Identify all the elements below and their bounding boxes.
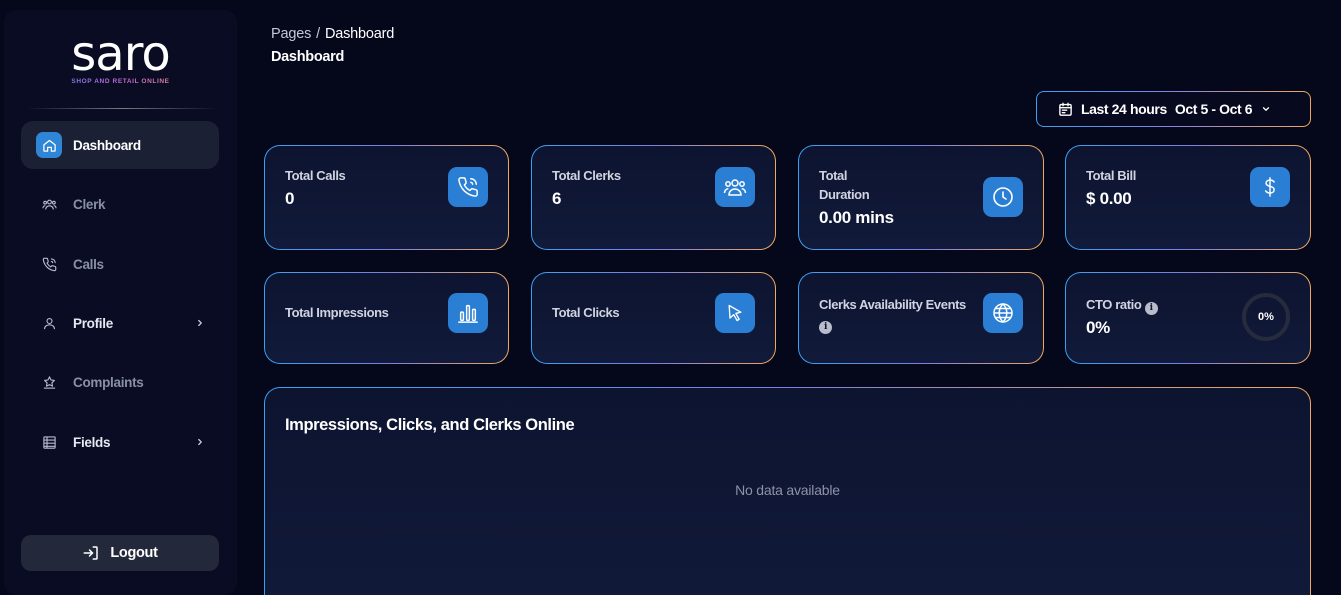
stat-label-line: Duration [819,187,870,202]
sidebar-item-label: Clerk [73,196,106,212]
sidebar-divider [26,108,219,109]
stat-card-clerks-availability: Clerks Availability Events i [798,272,1044,364]
chart-panel: Impressions, Clicks, and Clerks Online N… [264,387,1311,595]
sidebar-item-dashboard[interactable]: Dashboard [21,121,219,169]
stat-label: Total Duration [819,166,870,204]
brand-tagline: SHOP AND RETAIL ONLINE [4,78,237,85]
date-range-picker[interactable]: Last 24 hours Oct 5 - Oct 6 [1036,91,1311,127]
breadcrumb-current: Dashboard [324,26,395,42]
chevron-down-icon [1261,104,1271,114]
breadcrumb-root[interactable]: Pages [271,26,311,42]
stat-card-total-duration: Total Duration 0.00 mins [798,145,1044,250]
date-range-dates: Oct 5 - Oct 6 [1174,101,1253,117]
sidebar-item-label: Profile [73,315,113,331]
stat-card-total-bill: Total Bill $ 0.00 [1065,145,1311,250]
stat-value: 0.00 mins [819,208,894,227]
stat-value: 0% [1086,318,1110,337]
stat-value: 0 [285,189,295,208]
stat-label: Clerks Availability Events i [819,295,966,334]
logout-icon [82,544,110,562]
sidebar-item-clerk[interactable]: Clerk [21,180,219,228]
stat-label: Total Clerks [552,168,621,183]
info-icon[interactable]: i [1144,302,1158,315]
date-range-preset: Last 24 hours [1081,101,1167,117]
stat-label: CTO ratio i [1086,295,1158,315]
logout-button[interactable]: Logout [21,535,219,571]
stat-card-total-clicks: Total Clicks [531,272,776,364]
brand-name: saro [71,26,170,82]
breadcrumb-separator: / [316,26,320,42]
clock-icon [983,177,1023,217]
stat-card-total-clerks: Total Clerks 6 [531,145,776,250]
sidebar-item-label: Complaints [73,374,144,390]
sidebar-item-profile[interactable]: Profile [21,299,219,347]
stat-label: Total Clicks [552,305,620,320]
chevron-right-icon [195,316,205,331]
stat-label: Total Impressions [285,305,389,320]
phone-call-icon [448,167,488,207]
stat-value: 6 [552,189,562,208]
cto-ratio-gauge: 0% [1242,293,1290,341]
info-icon[interactable]: i [819,321,832,334]
logout-label: Logout [110,545,158,561]
users-icon [715,167,755,207]
phone-icon [36,251,62,277]
stat-card-total-calls: Total Calls 0 [264,145,509,250]
sidebar-item-calls[interactable]: Calls [21,240,219,288]
chevron-right-icon [195,435,205,450]
stat-card-cto-ratio: CTO ratio i 0% 0% [1065,272,1311,364]
page-title: Dashboard [271,49,345,65]
stat-value: $ 0.00 [1086,189,1132,208]
list-icon [36,429,62,455]
bar-chart-icon [448,293,488,333]
stat-label: Total Bill [1086,168,1136,183]
empty-state-text: No data available [735,482,840,498]
chart-title: Impressions, Clicks, and Clerks Online [285,416,575,434]
user-icon [36,310,62,336]
globe-icon [983,293,1023,333]
calendar-icon [1058,102,1073,117]
gauge-value: 0% [1258,311,1274,323]
users-icon [36,191,62,217]
breadcrumb: Pages / Dashboard [271,26,394,42]
stat-label-text: CTO ratio [1086,297,1142,312]
stat-label-line: Total [819,168,848,183]
brand-logo[interactable]: saro SHOP AND RETAIL ONLINE [4,26,237,85]
stat-label-text: Clerks Availability Events [819,297,966,312]
sidebar-item-complaints[interactable]: Complaints [21,358,219,406]
sidebar-item-label: Calls [73,256,104,272]
sidebar: saro SHOP AND RETAIL ONLINE Dashboard Cl… [4,10,237,595]
sidebar-item-label: Fields [73,434,111,450]
alert-icon [36,369,62,395]
dollar-icon [1250,167,1290,207]
home-icon [36,132,62,158]
stat-label: Total Calls [285,168,346,183]
sidebar-item-fields[interactable]: Fields [21,418,219,466]
app-root: saro SHOP AND RETAIL ONLINE Dashboard Cl… [0,0,1341,595]
cursor-icon [715,293,755,333]
sidebar-item-label: Dashboard [73,137,141,153]
stat-card-total-impressions: Total Impressions [264,272,509,364]
